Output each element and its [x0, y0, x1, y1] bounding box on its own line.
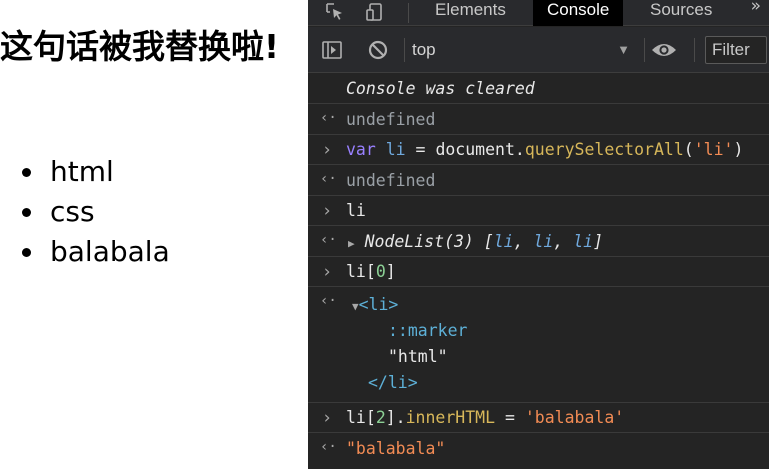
- page-heading: 这句话被我替换啦!: [0, 27, 280, 66]
- code-operator: =: [495, 408, 525, 427]
- result-value: "balabala": [346, 439, 446, 458]
- element-open-line[interactable]: ▼<li>: [352, 295, 398, 314]
- element-text-node: "html": [388, 347, 448, 366]
- live-expression-eye-icon[interactable]: [650, 37, 678, 63]
- divider: [408, 3, 409, 23]
- tab-elements[interactable]: Elements: [421, 0, 520, 26]
- devtools-panel: Elements Console Sources » top ▼ Filter …: [308, 0, 769, 469]
- console-cleared-text: Console was cleared: [346, 79, 535, 98]
- code-paren: (: [683, 140, 694, 159]
- context-value: top: [412, 40, 436, 59]
- code-number: 2: [375, 408, 386, 427]
- divider: [404, 38, 405, 62]
- code-variable: li: [385, 140, 406, 159]
- code-operator: =: [405, 140, 436, 159]
- console-result-row: ‹· ▶ NodeList(3) [li, li, li]: [308, 226, 769, 257]
- code-string: 'li': [693, 140, 734, 159]
- tab-console[interactable]: Console: [533, 0, 624, 26]
- devtools-tab-bar: Elements Console Sources »: [308, 0, 769, 26]
- command-text[interactable]: var li = document.querySelectorAll('li'): [346, 140, 743, 159]
- device-toolbar-icon[interactable]: [362, 0, 388, 24]
- result-value: undefined: [346, 171, 436, 190]
- prompt-arrow-icon: ›: [321, 408, 333, 428]
- element-marker: ::marker: [388, 321, 468, 340]
- more-tabs-button[interactable]: »: [751, 0, 761, 16]
- console-input-row: › var li = document.querySelectorAll('li…: [308, 135, 769, 165]
- console-input-row: › li: [308, 196, 769, 226]
- inspect-element-icon[interactable]: [322, 0, 348, 24]
- result-arrow-icon: ‹·: [320, 171, 337, 187]
- code-string: 'balabala': [524, 408, 625, 427]
- command-text[interactable]: li[2].innerHTML = 'balabala': [346, 408, 624, 427]
- code-function: querySelectorAll: [524, 140, 684, 159]
- element-close-tag: </li>: [368, 373, 418, 392]
- prompt-arrow-icon: ›: [321, 140, 333, 160]
- code-object: document.: [435, 140, 525, 159]
- nodelist-sep: ,: [553, 232, 574, 251]
- tab-sources[interactable]: Sources: [636, 0, 726, 26]
- console-sidebar-icon[interactable]: [318, 37, 346, 63]
- code-bracket: ].: [385, 408, 406, 427]
- nodelist-item: li: [533, 232, 554, 251]
- nodelist-result[interactable]: ▶ NodeList(3) [li, li, li]: [348, 232, 603, 251]
- code-number: 0: [375, 262, 386, 281]
- console-result-row: ‹· undefined: [308, 165, 769, 196]
- clear-console-icon[interactable]: [364, 37, 392, 63]
- console-result-row: ‹· undefined: [308, 104, 769, 135]
- command-text[interactable]: li[0]: [346, 262, 396, 281]
- code-variable: li[: [346, 408, 376, 427]
- webpage-content: 这句话被我替换啦! html css balabala: [0, 0, 308, 469]
- list-item: html: [22, 152, 170, 192]
- result-value: undefined: [346, 110, 436, 129]
- code-variable: li[: [346, 262, 376, 281]
- result-arrow-icon: ‹·: [320, 110, 337, 126]
- nodelist-item: li: [573, 232, 594, 251]
- console-input-row: › li[2].innerHTML = 'balabala': [308, 403, 769, 433]
- console-input-row: › li[0]: [308, 257, 769, 287]
- divider: [694, 38, 695, 62]
- console-output: Console was cleared ‹· undefined › var l…: [308, 74, 769, 464]
- command-text[interactable]: li: [346, 201, 366, 220]
- element-open-tag: <li>: [358, 295, 399, 314]
- code-keyword: var: [346, 140, 376, 159]
- result-arrow-icon: ‹·: [320, 439, 337, 455]
- prompt-arrow-icon: ›: [321, 262, 333, 282]
- expand-triangle-icon[interactable]: ▶: [348, 237, 355, 250]
- prompt-arrow-icon: ›: [321, 201, 333, 221]
- code-property: innerHTML: [405, 408, 496, 427]
- item-list: html css balabala: [22, 152, 170, 272]
- list-item: css: [22, 192, 170, 232]
- nodelist-sep: ,: [513, 232, 534, 251]
- nodelist-close: ]: [593, 232, 604, 251]
- nodelist-item: li: [493, 232, 514, 251]
- code-paren: ): [733, 140, 744, 159]
- collapse-triangle-icon[interactable]: ▼: [352, 300, 359, 313]
- console-result-row: ‹· "balabala": [308, 433, 769, 464]
- code-bracket: ]: [385, 262, 396, 281]
- filter-input[interactable]: Filter: [705, 36, 767, 64]
- list-item: balabala: [22, 232, 170, 272]
- console-result-row: ‹· ▼<li> ::marker "html" </li>: [308, 287, 769, 403]
- chevron-down-icon: ▼: [617, 42, 630, 57]
- console-toolbar: top ▼ Filter: [308, 27, 769, 73]
- nodelist-label: NodeList(3) [: [364, 232, 494, 251]
- console-message: Console was cleared: [308, 74, 769, 104]
- divider: [644, 38, 645, 62]
- result-arrow-icon: ‹·: [320, 232, 337, 248]
- context-selector[interactable]: top ▼: [412, 37, 638, 63]
- result-arrow-icon: ‹·: [320, 293, 337, 309]
